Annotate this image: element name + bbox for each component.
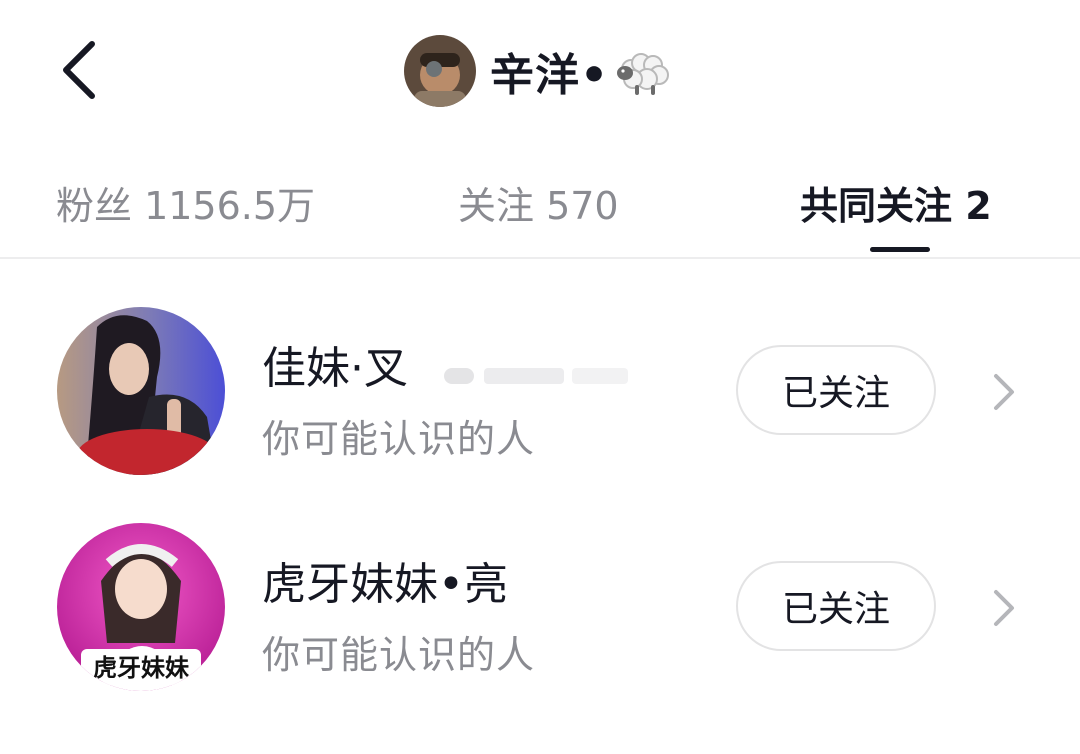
user-name: 虎牙妹妹•亮	[262, 559, 508, 610]
avatar-caption: 虎牙妹妹	[93, 654, 189, 682]
chevron-left-icon	[63, 41, 95, 99]
tab-fans[interactable]: 粉丝 1156.5万	[56, 175, 315, 230]
tab-mutual-following[interactable]: 共同关注 2	[800, 175, 992, 230]
tab-bar: 粉丝 1156.5万 关注 570 共同关注 2	[0, 145, 1080, 257]
chevron-right-icon[interactable]	[988, 586, 1018, 630]
tab-following[interactable]: 关注 570	[458, 175, 619, 230]
user-subtitle: 你可能认识的人	[262, 417, 536, 461]
back-button[interactable]	[50, 30, 120, 110]
tab-divider	[0, 257, 1080, 259]
user-subtitle: 你可能认识的人	[262, 633, 536, 677]
list-item[interactable]: 佳妹·叉 你可能认识的人 已关注	[0, 300, 1080, 490]
chevron-right-icon[interactable]	[988, 370, 1018, 414]
followed-button[interactable]: 已关注	[736, 345, 936, 435]
avatar[interactable]: 虎牙妹妹	[57, 523, 225, 691]
sheep-icon	[617, 53, 670, 95]
avatar[interactable]	[57, 307, 225, 475]
header-avatar[interactable]	[404, 35, 476, 107]
list-item[interactable]: 虎牙妹妹 虎牙妹妹•亮 你可能认识的人 已关注	[0, 516, 1080, 706]
profile-title: 辛洋•	[404, 34, 673, 108]
blurred-badge	[444, 368, 628, 384]
followed-button[interactable]: 已关注	[736, 561, 936, 651]
user-name: 佳妹·叉	[262, 343, 408, 394]
top-bar: 辛洋•	[0, 0, 1080, 145]
profile-name: 辛洋•	[490, 50, 610, 101]
active-tab-indicator	[870, 247, 930, 252]
